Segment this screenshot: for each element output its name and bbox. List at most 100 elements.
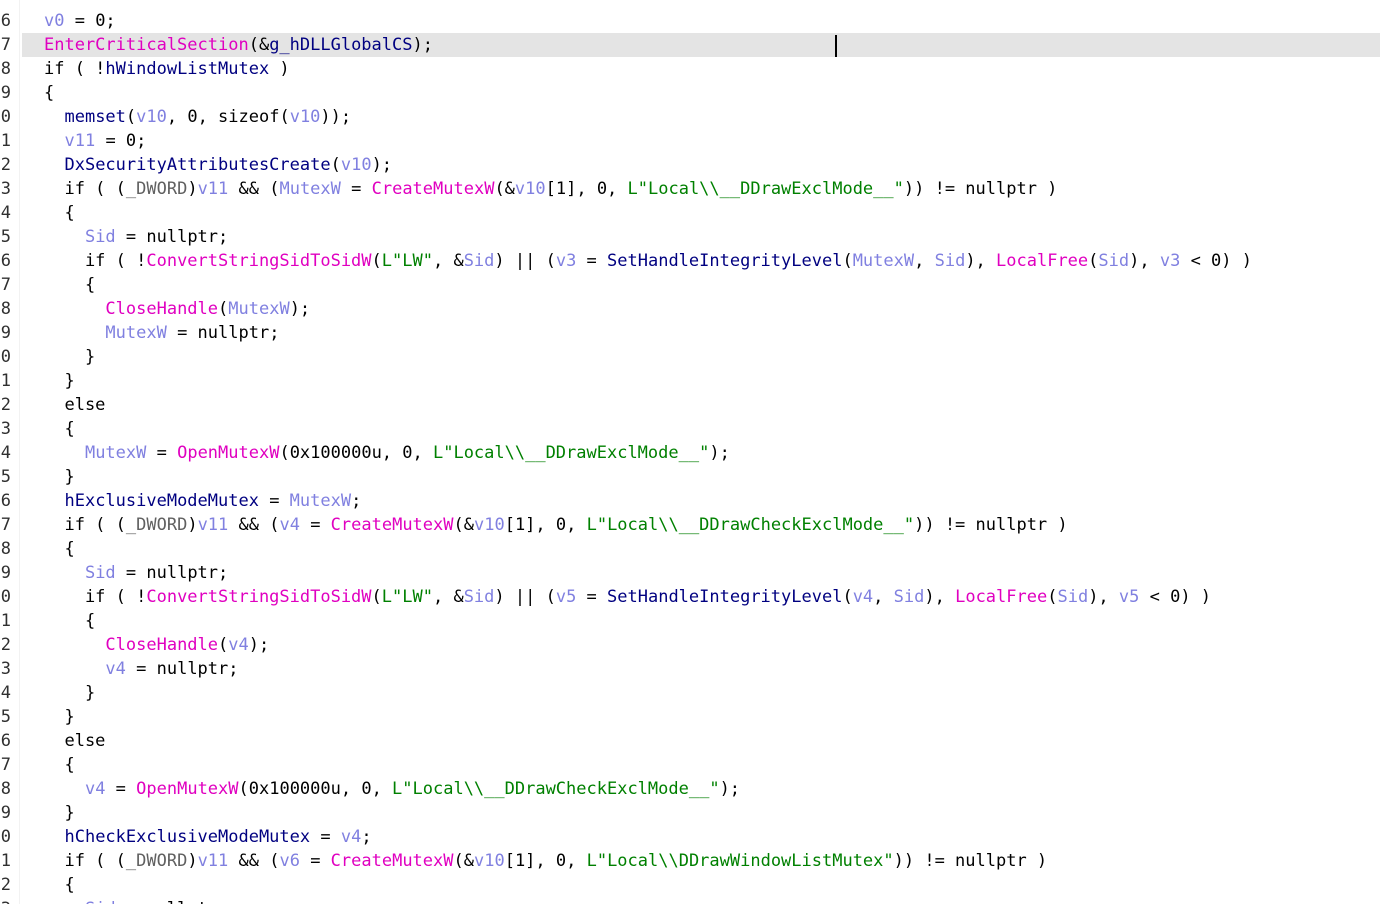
code-line[interactable]: 1 } bbox=[0, 369, 1380, 393]
code-line[interactable]: 8 v4 = OpenMutexW(0x100000u, 0, L"Local\… bbox=[0, 777, 1380, 801]
code-line[interactable]: 4 { bbox=[0, 201, 1380, 225]
code-line[interactable]: 2 CloseHandle(v4); bbox=[0, 633, 1380, 657]
code-line[interactable]: 5 } bbox=[0, 465, 1380, 489]
code-token: ConvertStringSidToSidW bbox=[146, 587, 372, 607]
code-line[interactable]: 3 { bbox=[0, 417, 1380, 441]
code-token: , & bbox=[432, 587, 464, 607]
code-token: v3 bbox=[555, 251, 577, 271]
code-token: if ( ! bbox=[44, 251, 147, 271]
code-line[interactable]: 3 v4 = nullptr; bbox=[0, 657, 1380, 681]
pseudocode-view[interactable]: 6 v0 = 0; 7 EnterCriticalSection(&g_hDLLGlo… bbox=[0, 0, 1380, 904]
code-token: } bbox=[44, 707, 75, 727]
code-line[interactable]: 7 EnterCriticalSection(&g_hDLLGlobalCS); bbox=[0, 33, 1380, 57]
code-token: Sid bbox=[84, 563, 116, 583]
code-token: ; bbox=[351, 491, 362, 511]
line-code: if ( (_DWORD)v11 && (v4 = CreateMutexW(&… bbox=[44, 513, 1068, 537]
code-line[interactable]: 5 Sid = nullptr; bbox=[0, 225, 1380, 249]
line-number: 5 bbox=[0, 707, 11, 727]
code-line[interactable]: 4 MutexW = OpenMutexW(0x100000u, 0, L"Lo… bbox=[0, 441, 1380, 465]
code-token: v5 bbox=[555, 587, 577, 607]
code-line[interactable]: 9 } bbox=[0, 801, 1380, 825]
code-token: )) != nullptr ) bbox=[914, 515, 1068, 535]
code-line[interactable]: 3 Sid = nullptr; bbox=[0, 897, 1380, 904]
code-line[interactable]: 1 v11 = 0; bbox=[0, 129, 1380, 153]
code-line[interactable]: 6 else bbox=[0, 729, 1380, 753]
code-token: CreateMutexW bbox=[330, 515, 454, 535]
code-line[interactable]: 0 memset(v10, 0, sizeof(v10)); bbox=[0, 105, 1380, 129]
line-number: 6 bbox=[0, 251, 11, 271]
code-token: ) bbox=[269, 59, 290, 79]
code-token: (0x100000u, 0, bbox=[279, 443, 433, 463]
code-line[interactable]: 9 MutexW = nullptr; bbox=[0, 321, 1380, 345]
code-line[interactable]: 4 } bbox=[0, 681, 1380, 705]
code-line[interactable]: 5 } bbox=[0, 705, 1380, 729]
line-number: 0 bbox=[0, 347, 11, 367]
code-token: ) bbox=[187, 179, 198, 199]
code-token: DxSecurityAttributesCreate bbox=[64, 155, 331, 175]
code-token: v10 bbox=[340, 155, 372, 175]
line-number: 2 bbox=[0, 395, 11, 415]
line-number: 1 bbox=[0, 851, 11, 871]
code-token: else bbox=[44, 395, 106, 415]
code-token: = nullptr; bbox=[166, 323, 280, 343]
line-number: 7 bbox=[0, 515, 11, 535]
code-line[interactable]: 8 { bbox=[0, 537, 1380, 561]
code-token: v0 bbox=[44, 11, 65, 31]
code-line[interactable]: 7 { bbox=[0, 273, 1380, 297]
text-cursor bbox=[835, 35, 837, 57]
line-code: v4 = OpenMutexW(0x100000u, 0, L"Local\\_… bbox=[44, 777, 740, 801]
code-token: } bbox=[44, 467, 75, 487]
code-token: ( bbox=[842, 251, 853, 271]
code-token: v3 bbox=[1159, 251, 1181, 271]
code-line[interactable]: 7 { bbox=[0, 753, 1380, 777]
code-line[interactable]: 2 else bbox=[0, 393, 1380, 417]
code-token: v4 bbox=[105, 659, 126, 679]
code-line[interactable]: 1 { bbox=[0, 609, 1380, 633]
code-line[interactable]: 9 Sid = nullptr; bbox=[0, 561, 1380, 585]
code-token: ), bbox=[924, 587, 956, 607]
line-code: hExclusiveModeMutex = MutexW; bbox=[44, 489, 361, 513]
code-line[interactable]: 7 if ( (_DWORD)v11 && (v4 = CreateMutexW… bbox=[0, 513, 1380, 537]
code-token: OpenMutexW bbox=[136, 779, 239, 799]
code-line[interactable]: 6 v0 = 0; bbox=[0, 9, 1380, 33]
code-token: && ( bbox=[228, 179, 280, 199]
code-token: { bbox=[44, 755, 75, 775]
code-line[interactable]: 6 hExclusiveModeMutex = MutexW; bbox=[0, 489, 1380, 513]
code-line[interactable]: 9{ bbox=[0, 81, 1380, 105]
code-line[interactable]: 1 if ( (_DWORD)v11 && (v6 = CreateMutexW… bbox=[0, 849, 1380, 873]
code-token: , & bbox=[432, 251, 464, 271]
code-token: LocalFree bbox=[996, 251, 1089, 271]
code-token: Sid bbox=[934, 251, 966, 271]
code-line[interactable]: 8 if ( !hWindowListMutex ) bbox=[0, 57, 1380, 81]
line-code: Sid = nullptr; bbox=[44, 897, 228, 904]
code-line[interactable]: 3 if ( (_DWORD)v11 && (MutexW = CreateMu… bbox=[0, 177, 1380, 201]
code-token: } bbox=[44, 347, 96, 367]
code-line[interactable]: 6 if ( !ConvertStringSidToSidW(L"LW", &S… bbox=[0, 249, 1380, 273]
line-number: 9 bbox=[0, 803, 11, 823]
code-token: ) bbox=[187, 851, 198, 871]
line-code: memset(v10, 0, sizeof(v10)); bbox=[44, 105, 351, 129]
code-token: )); bbox=[320, 107, 352, 127]
code-line[interactable]: 2 DxSecurityAttributesCreate(v10); bbox=[0, 153, 1380, 177]
line-number: 8 bbox=[0, 59, 11, 79]
line-code: { bbox=[44, 873, 74, 897]
code-line[interactable]: 8 CloseHandle(MutexW); bbox=[0, 297, 1380, 321]
code-token: { bbox=[44, 83, 55, 103]
code-line[interactable]: 0 hCheckExclusiveModeMutex = v4; bbox=[0, 825, 1380, 849]
line-number: 8 bbox=[0, 299, 11, 319]
code-token: Sid bbox=[463, 251, 495, 271]
code-token: v6 bbox=[279, 851, 300, 871]
code-token: = bbox=[310, 827, 341, 847]
code-token: ); bbox=[719, 779, 741, 799]
line-number: 3 bbox=[0, 179, 11, 199]
code-token: v4 bbox=[340, 827, 362, 847]
code-token: MutexW bbox=[852, 251, 915, 271]
code-line[interactable]: 2 { bbox=[0, 873, 1380, 897]
code-line[interactable]: 0 if ( !ConvertStringSidToSidW(L"LW", &S… bbox=[0, 585, 1380, 609]
code-line[interactable]: 0 } bbox=[0, 345, 1380, 369]
line-code: if ( (_DWORD)v11 && (v6 = CreateMutexW(&… bbox=[44, 849, 1047, 873]
code-token: [1], 0, bbox=[504, 515, 587, 535]
code-token: g_hDLLGlobalCS bbox=[269, 35, 413, 55]
code-token: = nullptr; bbox=[115, 227, 229, 247]
code-token: )) != nullptr ) bbox=[893, 851, 1048, 871]
